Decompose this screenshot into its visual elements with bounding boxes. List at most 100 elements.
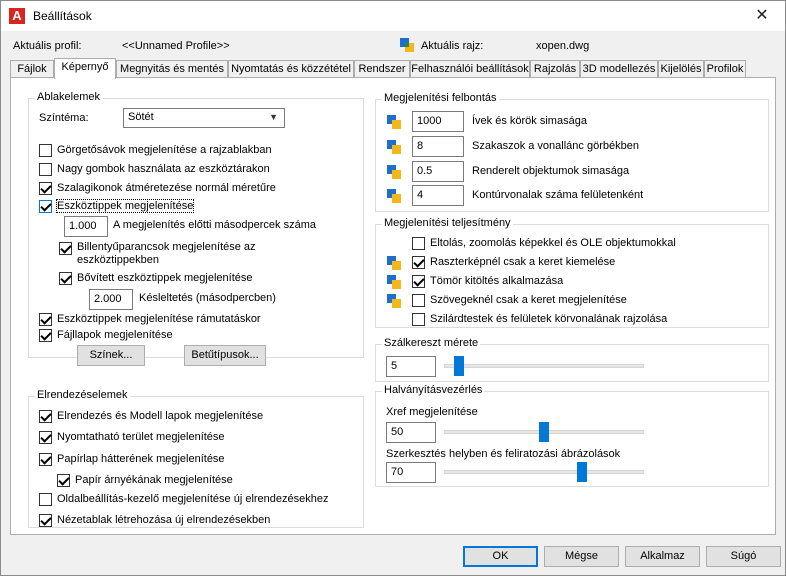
fonts-button[interactable]: Betűtípusok... <box>184 345 266 366</box>
rollover-tooltips-label: Eszköztippek megjelenítése rámutatáskor <box>57 313 261 325</box>
apply-button[interactable]: Alkalmaz <box>625 546 700 567</box>
tab-system[interactable]: Rendszer <box>354 60 410 78</box>
color-scheme-value: Sötét <box>128 111 154 123</box>
current-profile-label: Aktuális profil: <box>13 40 82 52</box>
large-buttons-label: Nagy gombok használata az eszköztárakon <box>57 163 270 175</box>
tab-profiles[interactable]: Profilok <box>704 60 746 78</box>
paper-background-label: Papírlap hátterének megjelenítése <box>57 453 225 465</box>
paper-shadow-label: Papír árnyékának megjelenítése <box>75 474 233 486</box>
render-smoothness-input[interactable]: 0.5 <box>412 161 464 182</box>
tab-plot-publish[interactable]: Nyomtatás és közzététel <box>228 60 354 78</box>
color-scheme-select[interactable]: Sötét ▼ <box>123 108 285 128</box>
printable-area-checkbox[interactable] <box>39 431 52 444</box>
raster-frame-label: Raszterképnél csak a keret kiemelése <box>430 256 616 268</box>
chevron-down-icon: ▼ <box>269 112 278 122</box>
scrollbars-checkbox[interactable] <box>39 144 52 157</box>
xref-fade-input[interactable]: 50 <box>386 422 436 443</box>
shortcut-keys-label: Billentyűparancsok megjelenítése az eszk… <box>77 241 256 266</box>
tab-files[interactable]: Fájlok <box>10 60 54 78</box>
inplace-fade-slider-track <box>444 470 644 474</box>
drawing-saved-icon <box>387 294 401 308</box>
drawing-saved-icon <box>387 115 401 129</box>
arc-smoothness-label: Ívek és körök simasága <box>472 115 587 127</box>
tab-drafting[interactable]: Rajzolás <box>530 60 580 78</box>
options-dialog: A Beállítások ✕ Aktuális profil: <<Unnam… <box>0 0 786 576</box>
layout-elements-group: Elrendezéselemek Elrendezés és Modell la… <box>28 389 364 528</box>
large-buttons-checkbox[interactable] <box>39 163 52 176</box>
drawing-file-icon <box>400 38 414 52</box>
drawing-saved-icon <box>387 256 401 270</box>
extended-tooltips-label: Bővített eszköztippek megjelenítése <box>77 272 253 284</box>
display-performance-group: Megjelenítési teljesítmény Eltolás, zoom… <box>375 217 769 328</box>
drawing-saved-icon <box>387 275 401 289</box>
arc-smoothness-input[interactable]: 1000 <box>412 111 464 132</box>
raster-frame-checkbox[interactable] <box>412 256 425 269</box>
inplace-fade-slider-thumb[interactable] <box>577 462 587 482</box>
page-setup-manager-checkbox[interactable] <box>39 493 52 506</box>
autocad-logo-icon: A <box>9 8 25 24</box>
layout-model-tabs-label: Elrendezés és Modell lapok megjelenítése <box>57 410 264 422</box>
tab-3d-modeling[interactable]: 3D modellezés <box>580 60 658 78</box>
inplace-fade-input[interactable]: 70 <box>386 462 436 483</box>
crosshair-size-group: Szálkereszt mérete 5 <box>375 337 769 382</box>
window-title: Beállítások <box>33 9 92 23</box>
crosshair-size-input[interactable]: 5 <box>386 356 436 377</box>
current-drawing-label: Aktuális rajz: <box>421 40 484 52</box>
resize-ribbon-checkbox[interactable] <box>39 182 52 195</box>
drawing-saved-icon <box>387 140 401 154</box>
paper-background-checkbox[interactable] <box>39 453 52 466</box>
tab-display[interactable]: Képernyő <box>54 58 116 79</box>
extended-delay-input[interactable]: 2.000 <box>89 289 133 310</box>
group-title: Halványításvezérlés <box>382 384 485 396</box>
show-tooltips-checkbox[interactable] <box>39 200 52 213</box>
tab-open-save[interactable]: Megnyitás és mentés <box>116 60 228 78</box>
silhouettes-checkbox[interactable] <box>412 313 425 326</box>
rollover-tooltips-checkbox[interactable] <box>39 313 52 326</box>
solid-fill-checkbox[interactable] <box>412 275 425 288</box>
ok-button[interactable]: OK <box>463 546 538 567</box>
display-resolution-group: Megjelenítési felbontás 1000 Ívek és kör… <box>375 92 769 212</box>
group-title: Szálkereszt mérete <box>382 337 481 349</box>
polyline-segments-label: Szakaszok a vonallánc görbékben <box>472 140 639 152</box>
layout-model-tabs-checkbox[interactable] <box>39 410 52 423</box>
colors-button[interactable]: Színek... <box>77 345 145 366</box>
close-icon[interactable]: ✕ <box>739 1 785 31</box>
shortcut-keys-checkbox[interactable] <box>59 242 72 255</box>
show-tooltips-label: Eszköztippek megjelenítése <box>55 199 195 213</box>
create-viewport-checkbox[interactable] <box>39 514 52 527</box>
color-scheme-label: Színtéma: <box>39 112 89 124</box>
tab-user-preferences[interactable]: Felhasználói beállítások <box>410 60 530 78</box>
window-elements-group: Ablakelemek Színtéma: Sötét ▼ Görgetősáv… <box>28 91 364 366</box>
text-frame-checkbox[interactable] <box>412 294 425 307</box>
tab-selection[interactable]: Kijelölés <box>658 60 704 78</box>
group-title: Megjelenítési teljesítmény <box>382 217 513 229</box>
drawing-saved-icon <box>387 165 401 179</box>
display-tab-panel: Ablakelemek Színtéma: Sötét ▼ Görgetősáv… <box>10 77 776 535</box>
scrollbars-label: Görgetősávok megjelenítése a rajzablakba… <box>57 144 272 156</box>
help-button[interactable]: Súgó <box>706 546 781 567</box>
cancel-button[interactable]: Mégse <box>544 546 619 567</box>
polyline-segments-input[interactable]: 8 <box>412 136 464 157</box>
resize-ribbon-label: Szalagikonok átméretezése normál méretűr… <box>57 182 276 194</box>
pan-zoom-label: Eltolás, zoomolás képekkel és OLE objekt… <box>430 237 676 249</box>
crosshair-slider-thumb[interactable] <box>453 356 464 376</box>
tooltip-delay-label: A megjelenítés előtti másodpercek száma <box>113 219 316 231</box>
contour-lines-input[interactable]: 4 <box>412 185 464 206</box>
pan-zoom-checkbox[interactable] <box>412 237 425 250</box>
tooltip-delay-input[interactable]: 1.000 <box>64 216 108 237</box>
drawing-saved-icon <box>387 189 401 203</box>
render-smoothness-label: Renderelt objektumok simasága <box>472 165 630 177</box>
inplace-fade-label: Szerkesztés helyben és feliratozási ábrá… <box>386 448 621 460</box>
current-profile-value: <<Unnamed Profile>> <box>122 40 230 52</box>
extended-tooltips-checkbox[interactable] <box>59 272 72 285</box>
current-drawing-value: xopen.dwg <box>536 40 590 52</box>
paper-shadow-checkbox[interactable] <box>57 474 70 487</box>
silhouettes-label: Szilárdtestek és felületek körvonalának … <box>430 313 668 325</box>
title-bar: A Beállítások ✕ <box>1 1 785 31</box>
xref-fade-slider-thumb[interactable] <box>539 422 549 442</box>
group-title: Megjelenítési felbontás <box>382 92 499 104</box>
file-tabs-checkbox[interactable] <box>39 329 52 342</box>
solid-fill-label: Tömör kitöltés alkalmazása <box>430 275 564 287</box>
crosshair-slider-track <box>444 364 644 368</box>
create-viewport-label: Nézetablak létrehozása új elrendezésekbe… <box>57 514 271 526</box>
